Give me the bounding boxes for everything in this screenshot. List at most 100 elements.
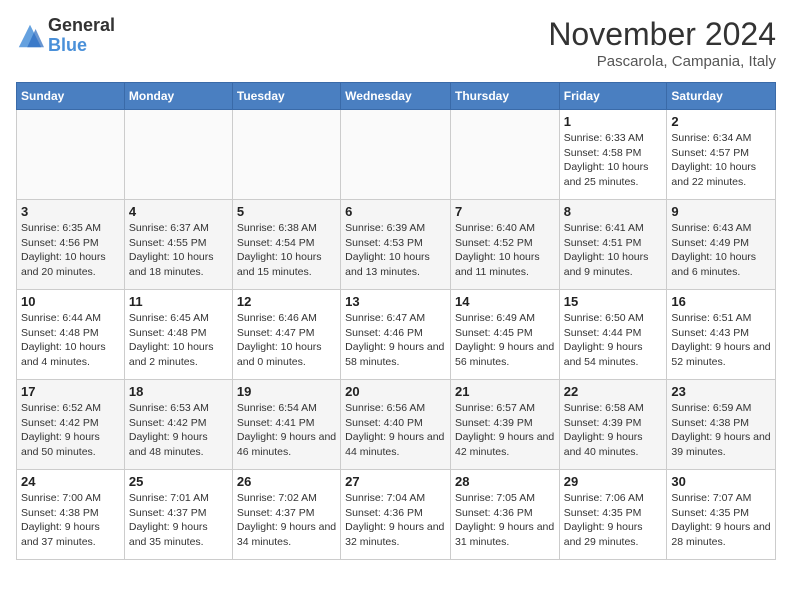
day-info: Sunrise: 6:43 AMSunset: 4:49 PMDaylight:… xyxy=(671,221,771,280)
day-number: 25 xyxy=(129,474,228,489)
location: Pascarola, Campania, Italy xyxy=(548,53,776,70)
logo-general: General xyxy=(48,16,115,36)
day-info: Sunrise: 6:34 AMSunset: 4:57 PMDaylight:… xyxy=(671,131,771,190)
calendar-cell: 8 Sunrise: 6:41 AMSunset: 4:51 PMDaylight… xyxy=(559,200,667,290)
day-number: 20 xyxy=(345,384,446,399)
calendar-cell: 20 Sunrise: 6:56 AMSunset: 4:40 PMDayligh… xyxy=(341,380,451,470)
calendar-cell xyxy=(124,110,232,200)
calendar-cell: 29Sunrise: 7:06 AMSunset: 4:35 PMDayligh… xyxy=(559,470,667,560)
calendar-cell: 23 Sunrise: 6:59 AMSunset: 4:38 PMDayligh… xyxy=(667,380,776,470)
day-info: Sunrise: 6:51 AMSunset: 4:43 PMDaylight:… xyxy=(671,311,771,370)
day-info: Sunrise: 6:44 AMSunset: 4:48 PMDaylight:… xyxy=(21,311,120,370)
day-info: Sunrise: 7:02 AMSunset: 4:37 PMDaylight:… xyxy=(237,491,336,550)
day-info: Sunrise: 7:07 AMSunset: 4:35 PMDaylight:… xyxy=(671,491,771,550)
weekday-header-sunday: Sunday xyxy=(17,83,125,110)
day-number: 29 xyxy=(564,474,663,489)
day-number: 4 xyxy=(129,204,228,219)
calendar-cell: 24 Sunrise: 7:00 AMSunset: 4:38 PMDayligh… xyxy=(17,470,125,560)
day-info: Sunrise: 6:35 AMSunset: 4:56 PMDaylight:… xyxy=(21,221,120,280)
month-title: November 2024 xyxy=(548,16,776,53)
logo-blue: Blue xyxy=(48,36,115,56)
day-info: Sunrise: 6:52 AMSunset: 4:42 PMDaylight:… xyxy=(21,401,120,460)
day-info: Sunrise: 6:53 AMSunset: 4:42 PMDaylight:… xyxy=(129,401,228,460)
calendar-cell: 10 Sunrise: 6:44 AMSunset: 4:48 PMDayligh… xyxy=(17,290,125,380)
day-number: 28 xyxy=(455,474,555,489)
calendar-cell: 1Sunrise: 6:33 AMSunset: 4:58 PMDaylight… xyxy=(559,110,667,200)
day-info: Sunrise: 6:40 AMSunset: 4:52 PMDaylight:… xyxy=(455,221,555,280)
calendar-cell: 30 Sunrise: 7:07 AMSunset: 4:35 PMDayligh… xyxy=(667,470,776,560)
calendar-cell: 27 Sunrise: 7:04 AMSunset: 4:36 PMDayligh… xyxy=(341,470,451,560)
day-number: 14 xyxy=(455,294,555,309)
calendar-cell: 16Sunrise: 6:51 AMSunset: 4:43 PMDayligh… xyxy=(667,290,776,380)
calendar-cell xyxy=(341,110,451,200)
day-number: 23 xyxy=(671,384,771,399)
calendar-cell: 17 Sunrise: 6:52 AMSunset: 4:42 PMDayligh… xyxy=(17,380,125,470)
day-info: Sunrise: 6:59 AMSunset: 4:38 PMDaylight:… xyxy=(671,401,771,460)
day-info: Sunrise: 6:57 AMSunset: 4:39 PMDaylight:… xyxy=(455,401,555,460)
day-info: Sunrise: 6:39 AMSunset: 4:53 PMDaylight:… xyxy=(345,221,446,280)
calendar-cell: 13 Sunrise: 6:47 AMSunset: 4:46 PMDayligh… xyxy=(341,290,451,380)
day-info: Sunrise: 7:00 AMSunset: 4:38 PMDaylight:… xyxy=(21,491,120,550)
day-info: Sunrise: 6:46 AMSunset: 4:47 PMDaylight:… xyxy=(237,311,336,370)
day-number: 5 xyxy=(237,204,336,219)
calendar-cell: 4Sunrise: 6:37 AMSunset: 4:55 PMDaylight… xyxy=(124,200,232,290)
day-info: Sunrise: 6:50 AMSunset: 4:44 PMDaylight:… xyxy=(564,311,663,370)
calendar-cell: 2 Sunrise: 6:34 AMSunset: 4:57 PMDaylight… xyxy=(667,110,776,200)
day-info: Sunrise: 6:41 AMSunset: 4:51 PMDaylight:… xyxy=(564,221,663,280)
day-number: 30 xyxy=(671,474,771,489)
day-info: Sunrise: 6:56 AMSunset: 4:40 PMDaylight:… xyxy=(345,401,446,460)
calendar-cell: 18 Sunrise: 6:53 AMSunset: 4:42 PMDayligh… xyxy=(124,380,232,470)
day-number: 27 xyxy=(345,474,446,489)
weekday-header-friday: Friday xyxy=(559,83,667,110)
day-number: 18 xyxy=(129,384,228,399)
header: General Blue November 2024 Pascarola, Ca… xyxy=(16,16,776,70)
day-info: Sunrise: 7:05 AMSunset: 4:36 PMDaylight:… xyxy=(455,491,555,550)
calendar-cell xyxy=(17,110,125,200)
week-row-2: 10 Sunrise: 6:44 AMSunset: 4:48 PMDayligh… xyxy=(17,290,776,380)
day-number: 11 xyxy=(129,294,228,309)
page: General Blue November 2024 Pascarola, Ca… xyxy=(0,0,792,576)
calendar-cell: 6Sunrise: 6:39 AMSunset: 4:53 PMDaylight… xyxy=(341,200,451,290)
calendar-cell: 28 Sunrise: 7:05 AMSunset: 4:36 PMDayligh… xyxy=(450,470,559,560)
logo-text: General Blue xyxy=(48,16,115,56)
weekday-header-wednesday: Wednesday xyxy=(341,83,451,110)
week-row-0: 1Sunrise: 6:33 AMSunset: 4:58 PMDaylight… xyxy=(17,110,776,200)
day-info: Sunrise: 7:01 AMSunset: 4:37 PMDaylight:… xyxy=(129,491,228,550)
day-info: Sunrise: 6:47 AMSunset: 4:46 PMDaylight:… xyxy=(345,311,446,370)
calendar-cell: 14Sunrise: 6:49 AMSunset: 4:45 PMDayligh… xyxy=(450,290,559,380)
weekday-header-saturday: Saturday xyxy=(667,83,776,110)
day-info: Sunrise: 6:45 AMSunset: 4:48 PMDaylight:… xyxy=(129,311,228,370)
day-number: 2 xyxy=(671,114,771,129)
day-number: 12 xyxy=(237,294,336,309)
calendar: SundayMondayTuesdayWednesdayThursdayFrid… xyxy=(16,82,776,560)
day-info: Sunrise: 7:04 AMSunset: 4:36 PMDaylight:… xyxy=(345,491,446,550)
day-number: 8 xyxy=(564,204,663,219)
day-number: 13 xyxy=(345,294,446,309)
day-number: 22 xyxy=(564,384,663,399)
day-number: 26 xyxy=(237,474,336,489)
day-number: 9 xyxy=(671,204,771,219)
calendar-cell: 7Sunrise: 6:40 AMSunset: 4:52 PMDaylight… xyxy=(450,200,559,290)
day-number: 15 xyxy=(564,294,663,309)
logo-icon xyxy=(16,22,44,50)
day-number: 3 xyxy=(21,204,120,219)
title-block: November 2024 Pascarola, Campania, Italy xyxy=(548,16,776,70)
day-number: 17 xyxy=(21,384,120,399)
week-row-1: 3 Sunrise: 6:35 AMSunset: 4:56 PMDaylight… xyxy=(17,200,776,290)
calendar-cell: 25 Sunrise: 7:01 AMSunset: 4:37 PMDayligh… xyxy=(124,470,232,560)
calendar-cell: 26 Sunrise: 7:02 AMSunset: 4:37 PMDayligh… xyxy=(232,470,340,560)
weekday-header-thursday: Thursday xyxy=(450,83,559,110)
day-number: 24 xyxy=(21,474,120,489)
logo: General Blue xyxy=(16,16,115,56)
calendar-header: SundayMondayTuesdayWednesdayThursdayFrid… xyxy=(17,83,776,110)
day-info: Sunrise: 6:54 AMSunset: 4:41 PMDaylight:… xyxy=(237,401,336,460)
calendar-cell: 11 Sunrise: 6:45 AMSunset: 4:48 PMDayligh… xyxy=(124,290,232,380)
calendar-cell: 3 Sunrise: 6:35 AMSunset: 4:56 PMDaylight… xyxy=(17,200,125,290)
calendar-cell: 21 Sunrise: 6:57 AMSunset: 4:39 PMDayligh… xyxy=(450,380,559,470)
week-row-3: 17 Sunrise: 6:52 AMSunset: 4:42 PMDayligh… xyxy=(17,380,776,470)
calendar-body: 1Sunrise: 6:33 AMSunset: 4:58 PMDaylight… xyxy=(17,110,776,560)
day-number: 21 xyxy=(455,384,555,399)
day-number: 1 xyxy=(564,114,663,129)
day-number: 10 xyxy=(21,294,120,309)
calendar-cell: 19Sunrise: 6:54 AMSunset: 4:41 PMDayligh… xyxy=(232,380,340,470)
